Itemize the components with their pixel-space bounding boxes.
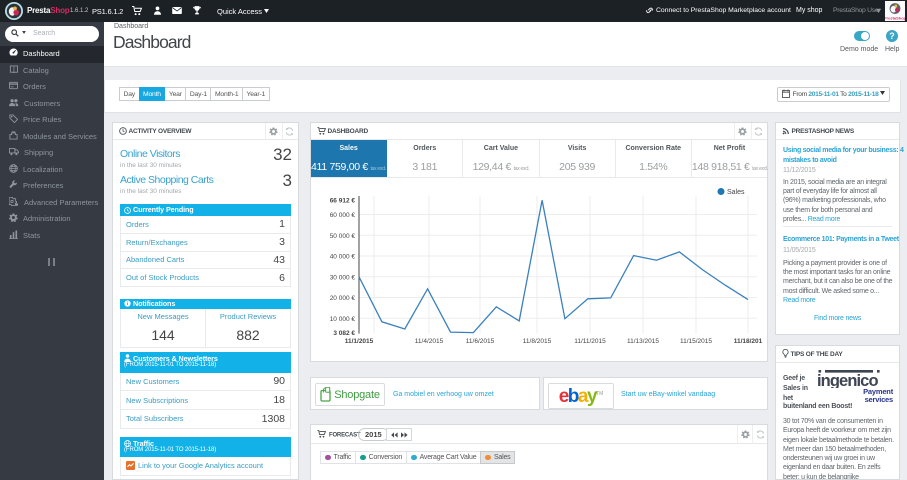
svg-text:40 000 €: 40 000 €: [330, 254, 356, 261]
svg-text:11/8/2015: 11/8/2015: [523, 338, 552, 345]
svg-text:Sales: Sales: [727, 189, 745, 196]
svg-text:PrestaShop: PrestaShop: [885, 15, 905, 20]
svg-text:11/13/2015: 11/13/2015: [627, 338, 659, 345]
svg-text:3 082 €: 3 082 €: [333, 330, 355, 337]
svg-text:60 000 €: 60 000 €: [330, 212, 356, 219]
svg-text:11/18/201: 11/18/201: [734, 338, 763, 345]
svg-text:11/6/2015: 11/6/2015: [466, 338, 495, 345]
svg-text:66 912 €: 66 912 €: [330, 198, 356, 205]
svg-text:11/11/2015: 11/11/2015: [574, 338, 606, 345]
svg-text:11/15/2015: 11/15/2015: [680, 338, 712, 345]
svg-text:11/1/2015: 11/1/2015: [345, 338, 374, 345]
svg-text:20 000 €: 20 000 €: [330, 295, 356, 302]
svg-text:ingenico: ingenico: [817, 372, 878, 388]
svg-text:10 000 €: 10 000 €: [330, 316, 356, 323]
svg-text:30 000 €: 30 000 €: [330, 274, 356, 281]
svg-text:11/4/2015: 11/4/2015: [415, 338, 444, 345]
svg-text:50 000 €: 50 000 €: [330, 233, 356, 240]
